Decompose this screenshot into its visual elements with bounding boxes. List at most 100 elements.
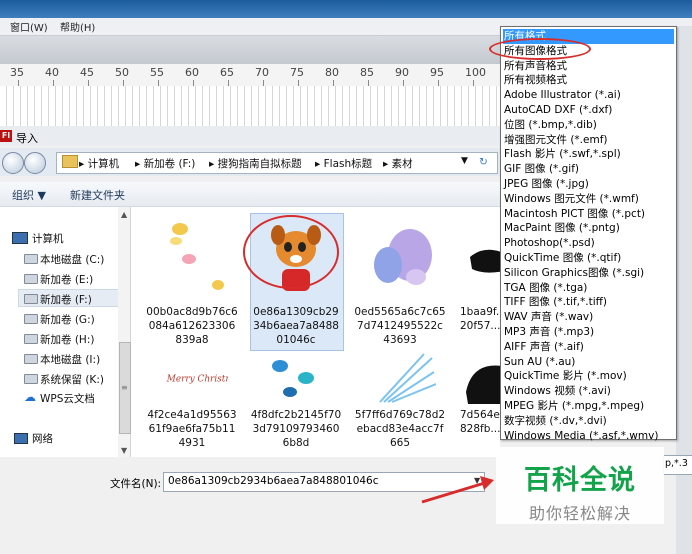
dialog-title-bar <box>0 126 500 146</box>
file-type-option[interactable]: Flash 影片 (*.swf,*.spl) <box>503 147 674 162</box>
breadcrumb-computer[interactable]: 计算机 <box>88 158 120 170</box>
file-item[interactable]: 00b0ac8d9b76c6084a612623306839a8 <box>146 215 238 350</box>
red-arrow-icon <box>421 476 494 504</box>
file-type-option[interactable]: QuickTime 影片 (*.mov) <box>503 369 674 384</box>
file-type-option[interactable]: Macintosh PICT 图像 (*.pct) <box>503 207 674 222</box>
address-bar[interactable]: ▸ 计算机 ▸ 新加卷 (F:) ▸ 搜狗指南自拟标题 ▸ Flash标题 ▸ … <box>56 152 498 174</box>
file-name: 4f2ce4a1d9556361f9ae6fa75b114931 <box>147 409 237 449</box>
ruler-tick-label: 90 <box>395 66 409 79</box>
file-type-option[interactable]: Silicon Graphics图像 (*.sgi) <box>503 266 674 281</box>
file-type-option[interactable]: Photoshop(*.psd) <box>503 236 674 251</box>
file-type-option[interactable]: TGA 图像 (*.tga) <box>503 281 674 296</box>
address-dropdown-icon[interactable]: ▼ <box>461 156 468 166</box>
file-name: 4f8dfc2b2145f703d791097934606b8d <box>250 409 342 449</box>
file-type-option[interactable]: Adobe Illustrator (*.ai) <box>503 88 674 103</box>
file-type-option[interactable]: 增强图元文件 (*.emf) <box>503 133 674 148</box>
drive-icon <box>24 334 38 344</box>
file-name: 00b0ac8d9b76c6084a612623306839a8 <box>146 306 238 346</box>
file-type-option[interactable]: Windows 视频 (*.avi) <box>503 384 674 399</box>
nav-item-drive-g[interactable]: 新加卷 (G:) <box>40 312 95 327</box>
nav-item-drive-k[interactable]: 系统保留 (K:) <box>40 372 104 387</box>
menu-help[interactable]: 帮助(H) <box>60 19 95 34</box>
ruler-tick-label: 75 <box>290 66 304 79</box>
file-type-option[interactable]: MacPaint 图像 (*.pntg) <box>503 221 674 236</box>
nav-item-drive-f[interactable]: 新加卷 (F:) <box>40 292 92 307</box>
nav-item-network[interactable]: 网络 <box>32 431 53 446</box>
refresh-icon[interactable]: ↻ <box>479 156 488 168</box>
file-type-option[interactable]: Windows Media (*.asf,*.wmv) <box>503 429 674 444</box>
file-type-option[interactable]: Windows 图元文件 (*.wmf) <box>503 192 674 207</box>
file-name: 0ed5565a6c7c657d7412495522c43693 <box>354 306 446 346</box>
file-type-combo[interactable]: p,*.3 <box>663 455 692 475</box>
drive-icon <box>24 354 38 364</box>
purple-butterfly-thumbnail <box>374 229 432 285</box>
folder-icon <box>62 155 78 168</box>
ruler-tick-label: 65 <box>220 66 234 79</box>
nav-item-drive-c[interactable]: 本地磁盘 (C:) <box>40 252 104 267</box>
breadcrumb-folder1[interactable]: 搜狗指南自拟标题 <box>218 158 302 170</box>
ruler-tick-label: 85 <box>360 66 374 79</box>
file-type-dropdown: 所有格式 所有图像格式 所有声音格式 所有视频格式 Adobe Illustrator … <box>500 26 677 442</box>
butterflies-thumbnail <box>156 215 228 301</box>
organize-button[interactable]: 组织 ▼ <box>12 187 46 203</box>
file-item[interactable]: 1baa9f...2b20f57...24 <box>458 215 500 350</box>
file-type-option[interactable]: AIFF 声音 (*.aif) <box>503 340 674 355</box>
file-item[interactable]: 0ed5565a6c7c657d7412495522c43693 <box>354 215 446 350</box>
file-item[interactable]: 7d564e...9828fb...0f <box>458 352 500 452</box>
watermark-title: 百科全说 <box>524 465 636 496</box>
blue-butterflies-thumbnail <box>272 360 314 397</box>
breadcrumb-folder3[interactable]: 素材 <box>392 158 413 170</box>
file-type-option[interactable]: QuickTime 图像 (*.qtif) <box>503 251 674 266</box>
file-item[interactable]: 4f8dfc2b2145f703d791097934606b8d <box>250 352 342 452</box>
file-type-option[interactable]: 数字视频 (*.dv,*.dvi) <box>503 414 674 429</box>
breadcrumb-folder2[interactable]: Flash标题 <box>324 158 373 170</box>
file-type-option[interactable]: GIF 图像 (*.gif) <box>503 162 674 177</box>
scroll-grip-icon: ≡ <box>121 383 128 392</box>
file-type-option[interactable]: 位图 (*.bmp,*.dib) <box>503 118 674 133</box>
file-item[interactable]: 5f7ff6d769c78d2ebacd83e4acc7f665 <box>354 352 446 452</box>
nav-item-drive-i[interactable]: 本地磁盘 (I:) <box>40 352 100 367</box>
file-name: 5f7ff6d769c78d2ebacd83e4acc7f665 <box>354 409 446 449</box>
file-type-option[interactable]: 所有视频格式 <box>503 73 674 88</box>
file-type-option[interactable]: MPEG 影片 (*.mpg,*.mpeg) <box>503 399 674 414</box>
filename-label: 文件名(N): <box>110 478 162 490</box>
scroll-down-icon[interactable]: ▼ <box>121 446 127 455</box>
breadcrumb-drive[interactable]: 新加卷 (F:) <box>144 158 196 170</box>
network-icon <box>14 433 28 444</box>
file-type-option[interactable]: Sun AU (*.au) <box>503 355 674 370</box>
drive-icon <box>24 294 38 304</box>
annotation-circle-dog <box>243 215 339 289</box>
file-type-option[interactable]: WAV 声音 (*.wav) <box>503 310 674 325</box>
file-type-option[interactable]: JPEG 图像 (*.jpg) <box>503 177 674 192</box>
menu-window[interactable]: 窗口(W) <box>10 19 48 34</box>
file-type-option[interactable]: TIFF 图像 (*.tif,*.tiff) <box>503 295 674 310</box>
new-folder-button[interactable]: 新建文件夹 <box>70 187 125 203</box>
ruler-tick-label: 80 <box>325 66 339 79</box>
nav-item-computer[interactable]: 计算机 <box>32 231 64 246</box>
nav-item-wps[interactable]: WPS云文档 <box>40 391 95 406</box>
file-item[interactable]: Merry Christmas 4f2ce4a1d9556361f9ae6fa7… <box>146 352 238 452</box>
ruler-tick-label: 100 <box>465 66 486 79</box>
black-shape-thumbnail <box>466 365 500 404</box>
black-shape-thumbnail <box>470 249 500 273</box>
file-type-combo-value: p,*.3 <box>665 458 688 469</box>
file-type-option[interactable]: AutoCAD DXF (*.dxf) <box>503 103 674 118</box>
ruler-tick-label: 45 <box>80 66 94 79</box>
file-name: 7d564e...9828fb...0f <box>460 409 500 435</box>
nav-item-drive-e[interactable]: 新加卷 (E:) <box>40 272 93 287</box>
svg-text:Merry Christmas: Merry Christmas <box>166 375 228 385</box>
watermark-subtitle: 助你轻松解决 <box>528 504 631 523</box>
file-type-option[interactable]: MP3 声音 (*.mp3) <box>503 325 674 340</box>
file-type-option[interactable]: 所有声音格式 <box>503 59 674 74</box>
flash-icon: Fl <box>0 130 12 142</box>
light-rays-thumbnail <box>379 353 436 403</box>
title-bar <box>0 0 692 18</box>
scroll-up-icon[interactable]: ▲ <box>121 210 127 219</box>
ruler-tick-label: 60 <box>185 66 199 79</box>
back-button[interactable] <box>2 152 24 174</box>
drive-icon <box>24 274 38 284</box>
ruler-tick-label: 35 <box>10 66 24 79</box>
forward-button[interactable] <box>24 152 46 174</box>
nav-item-drive-h[interactable]: 新加卷 (H:) <box>40 332 94 347</box>
merry-christmas-thumbnail: Merry Christmas <box>165 366 228 390</box>
